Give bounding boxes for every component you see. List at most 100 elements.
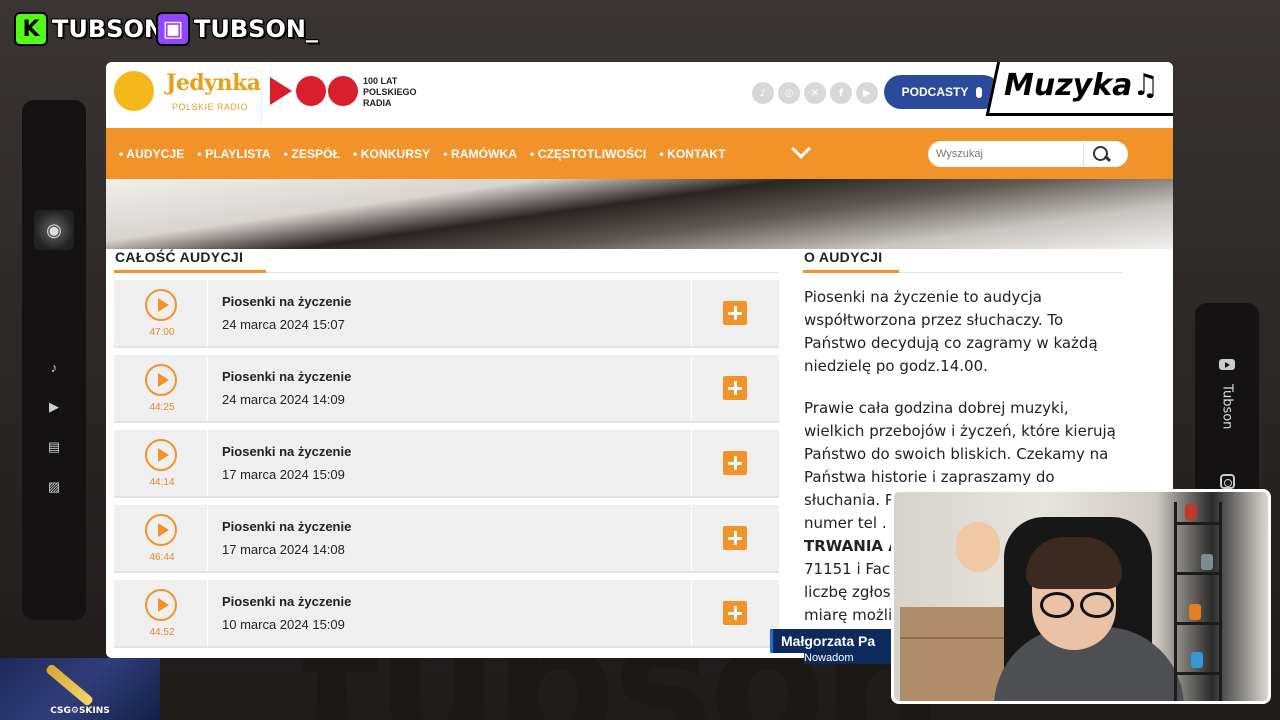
clapperboard-icon: ▤ (47, 439, 61, 454)
row-divider (691, 355, 692, 421)
nav-item-kontakt[interactable]: KONTAKT (656, 147, 735, 161)
chevron-down-icon[interactable] (791, 139, 811, 159)
kick-handle-name: TUBSON (52, 15, 164, 43)
image-icon: ▨ (47, 479, 61, 494)
episode-title[interactable]: Piosenki na życzenie (222, 519, 351, 534)
search-input[interactable] (928, 142, 1084, 166)
youtube-icon (1219, 359, 1235, 370)
header-banner-image (106, 179, 1173, 249)
episode-title[interactable]: Piosenki na życzenie (222, 294, 351, 309)
centenary-text: 100 LAT POLSKIEGO RADIA (363, 76, 417, 108)
episode-date: 17 marca 2024 14:08 (222, 542, 345, 557)
webcam-overlay (891, 489, 1271, 704)
microphone-icon (976, 86, 983, 98)
x-icon[interactable]: ✕ (804, 82, 826, 104)
music-note-icon: ♪ (50, 360, 58, 375)
row-divider (207, 430, 208, 496)
episode-duration: 47:00 (149, 327, 175, 338)
instagram-icon[interactable]: ◎ (778, 82, 800, 104)
search-box (928, 141, 1128, 167)
webcam-cabinet (900, 607, 1010, 701)
social-links: ♪ ◎ ✕ f ▶ (752, 82, 878, 104)
muzyka-banner-label[interactable]: Muzyka♫ (1004, 68, 1159, 103)
row-divider (207, 580, 208, 646)
row-divider (207, 280, 208, 346)
webcam-streamer-hair (1026, 537, 1122, 589)
episode-date: 24 marca 2024 14:09 (222, 392, 345, 407)
episode-title[interactable]: Piosenki na życzenie (222, 444, 351, 459)
centenary-logo-circle-1 (296, 76, 326, 106)
skins-label: CSG⚙SKINS (50, 706, 110, 716)
facebook-icon[interactable]: f (830, 82, 852, 104)
episode-duration: 44:52 (149, 627, 175, 638)
play-icon[interactable] (145, 439, 177, 471)
nav-item-ramowka[interactable]: RAMÓWKA (440, 147, 527, 161)
add-icon[interactable] (723, 301, 747, 325)
episode-list: 47:00 Piosenki na życzenie 24 marca 2024… (114, 280, 779, 655)
play-icon[interactable] (145, 514, 177, 546)
twitch-logo-icon: ▣ (156, 12, 190, 46)
row-divider (691, 580, 692, 646)
nav-item-playlista[interactable]: PLAYLISTA (194, 147, 280, 161)
episode-row: 47:00 Piosenki na życzenie 24 marca 2024… (114, 280, 779, 348)
play-video-icon: ▶ (49, 399, 59, 414)
channel-avatar: ◉ (34, 210, 74, 250)
row-divider (207, 505, 208, 571)
nav-item-zespol[interactable]: ZESPÓŁ (281, 147, 350, 161)
about-line: Prawie cała godzina dobrej muzyki, (804, 399, 1069, 417)
episode-row: 44:14 Piosenki na życzenie 17 marca 2024… (114, 430, 779, 498)
site-header: Jedynka POLSKIE RADIO 100 LAT POLSKIEGO … (106, 62, 1173, 128)
episode-date: 17 marca 2024 15:09 (222, 467, 345, 482)
webcam-background-person (956, 522, 1000, 572)
add-icon[interactable] (723, 451, 747, 475)
kick-logo-icon: K (14, 12, 48, 46)
centenary-logo-circle-2 (328, 76, 358, 106)
row-divider (207, 355, 208, 421)
instagram-icon (1219, 474, 1235, 489)
youtube-icon[interactable]: ▶ (856, 82, 878, 104)
header-divider (261, 68, 262, 124)
row-divider (691, 505, 692, 571)
about-paragraph: Piosenki na życzenie to audycja współtwo… (804, 288, 1098, 375)
episodes-section-underline (114, 270, 266, 273)
add-icon[interactable] (723, 526, 747, 550)
episode-duration: 44:25 (149, 402, 175, 413)
main-nav: AUDYCJE PLAYLISTA ZESPÓŁ KONKURSY RAMÓWK… (106, 128, 1173, 179)
episode-date: 24 marca 2024 15:07 (222, 317, 345, 332)
about-section-underline (803, 270, 899, 273)
tiktok-icon[interactable]: ♪ (752, 82, 774, 104)
episode-duration: 44:14 (149, 477, 175, 488)
episode-title[interactable]: Piosenki na życzenie (222, 594, 351, 609)
add-icon[interactable] (723, 376, 747, 400)
episode-date: 10 marca 2024 15:09 (222, 617, 345, 632)
row-divider (691, 430, 692, 496)
nav-item-audycje[interactable]: AUDYCJE (116, 147, 194, 161)
lower-third-subtitle: Nowadom (804, 652, 894, 664)
twitch-handle-name: TUBSON_ (194, 15, 318, 43)
row-divider (691, 280, 692, 346)
right-bar-channel-name: Tubson (1219, 384, 1235, 430)
nav-item-czestotliwosci[interactable]: CZĘSTOTLIWOŚCI (527, 147, 656, 161)
search-icon[interactable] (1084, 142, 1114, 166)
stream-left-sidebar: ◉ ♪ ▶ ▤ ▨ (22, 100, 86, 620)
nav-item-konkursy[interactable]: KONKURSY (350, 147, 440, 161)
twitch-handle: ▣ TUBSON_ (156, 12, 318, 46)
lower-third-name: Małgorzata Pa (770, 629, 900, 653)
jedynka-logo-subtitle: POLSKIE RADIO (172, 102, 249, 112)
episode-row: 44:25 Piosenki na życzenie 24 marca 2024… (114, 355, 779, 423)
add-icon[interactable] (723, 601, 747, 625)
episode-row: 46:44 Piosenki na życzenie 17 marca 2024… (114, 505, 779, 573)
podcasty-label: PODCASTY (901, 85, 969, 99)
about-line: Państwa historie i zapraszamy do (804, 468, 1055, 486)
jedynka-logo-title[interactable]: Jedynka (166, 70, 261, 96)
play-icon[interactable] (145, 289, 177, 321)
play-icon[interactable] (145, 364, 177, 396)
about-line: Państwo do swoich bliskich. Czekamy na (804, 445, 1109, 463)
episode-title[interactable]: Piosenki na życzenie (222, 369, 351, 384)
jedynka-logo-circle[interactable] (114, 71, 154, 111)
stream-right-sidebar: Tubson (1195, 303, 1259, 503)
podcasty-button[interactable]: PODCASTY (884, 75, 1000, 109)
glasses-icon (1040, 592, 1114, 618)
episodes-section-title: CAŁOŚĆ AUDYCJI (115, 249, 244, 265)
play-icon[interactable] (145, 589, 177, 621)
